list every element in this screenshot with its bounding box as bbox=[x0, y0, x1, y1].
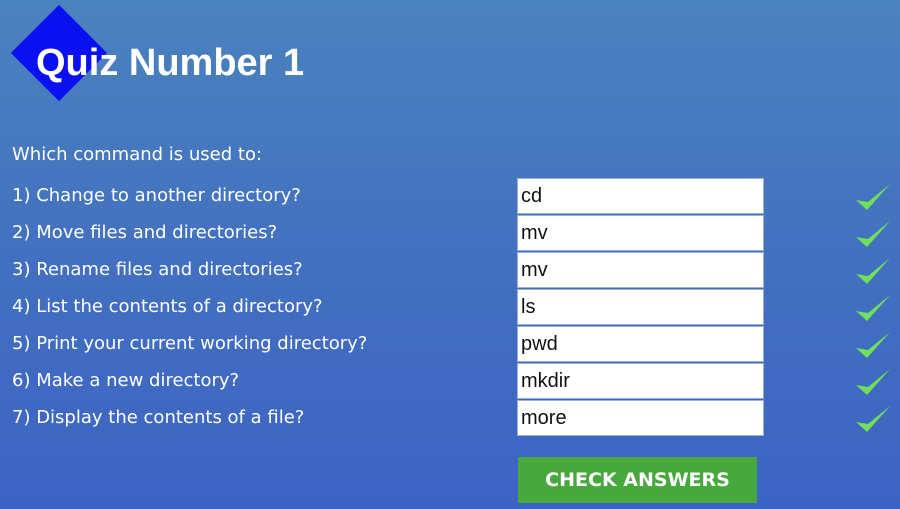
question-label-3: 3) Rename files and directories? bbox=[12, 259, 303, 280]
answer-input-1[interactable] bbox=[517, 178, 764, 214]
answer-input-5[interactable] bbox=[517, 326, 764, 362]
question-label-4: 4) List the contents of a directory? bbox=[12, 296, 323, 317]
question-label-5: 5) Print your current working directory? bbox=[12, 333, 368, 354]
answer-input-6[interactable] bbox=[517, 363, 764, 399]
check-answers-button[interactable]: CHECK ANSWERS bbox=[518, 457, 757, 503]
answer-input-2[interactable] bbox=[517, 215, 764, 251]
answer-input-4[interactable] bbox=[517, 289, 764, 325]
checkmark-icon bbox=[856, 221, 890, 247]
question-label-6: 6) Make a new directory? bbox=[12, 370, 240, 391]
page-title: Quiz Number 1 bbox=[36, 42, 305, 84]
checkmark-icon bbox=[856, 406, 890, 432]
question-label-2: 2) Move files and directories? bbox=[12, 222, 278, 243]
checkmark-icon bbox=[856, 295, 890, 321]
checkmark-icon bbox=[856, 369, 890, 395]
checkmark-icon bbox=[856, 258, 890, 284]
answer-input-7[interactable] bbox=[517, 400, 764, 436]
answer-input-3[interactable] bbox=[517, 252, 764, 288]
quiz-intro: Which command is used to: bbox=[12, 144, 263, 165]
question-label-7: 7) Display the contents of a file? bbox=[12, 407, 305, 428]
question-label-1: 1) Change to another directory? bbox=[12, 185, 301, 206]
checkmark-icon bbox=[856, 184, 890, 210]
checkmark-icon bbox=[856, 332, 890, 358]
